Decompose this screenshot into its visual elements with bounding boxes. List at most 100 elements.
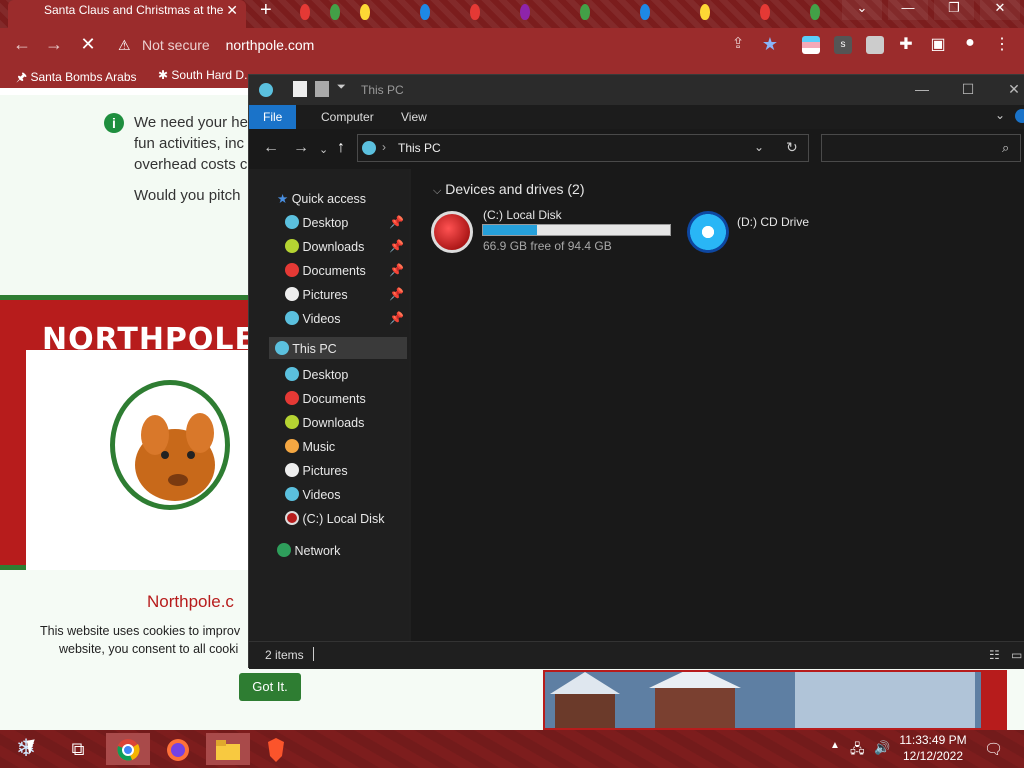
tab-computer[interactable]: Computer [307, 105, 388, 129]
stop-loading-icon[interactable]: ✕ [76, 34, 100, 55]
info-icon: i [104, 113, 124, 133]
drive-c-label: (C:) Local Disk [483, 208, 562, 222]
nav-pc-music[interactable]: Music [285, 439, 335, 454]
nav-pc-pictures[interactable]: Pictures [285, 463, 348, 478]
drive-c-free-space: 66.9 GB free of 94.4 GB [483, 239, 612, 253]
search-input[interactable]: ⌕ [821, 134, 1021, 162]
recent-locations-icon[interactable]: ⌄ [319, 143, 328, 156]
tab-file[interactable]: File [249, 105, 297, 129]
start-snowflake-icon[interactable]: ❄ [4, 733, 48, 765]
volume-icon[interactable]: 🔊 [874, 740, 890, 756]
local-disk-icon [431, 211, 473, 253]
banner-text-line: overhead costs c [134, 156, 248, 173]
nav-qa-documents[interactable]: Documents [285, 263, 366, 278]
new-folder-icon[interactable] [315, 81, 329, 97]
maximize-icon[interactable]: ☐ [945, 75, 991, 105]
system-clock[interactable]: 11:33:49 PM 12/12/2022 [890, 732, 976, 764]
ornament-icon [285, 215, 299, 229]
village-image [543, 666, 983, 730]
bookmark-star-icon[interactable]: ★ [758, 34, 782, 55]
back-icon[interactable]: ← [263, 139, 279, 157]
cookie-text-line: This website uses cookies to improv [40, 624, 241, 638]
share-icon[interactable]: ⇪ [726, 34, 750, 52]
nav-pc-local-disk[interactable]: (C:) Local Disk [285, 511, 384, 526]
pin-icon[interactable]: 📌 [389, 263, 404, 277]
minimize-icon[interactable]: — [888, 0, 928, 20]
cd-drive-icon [687, 211, 729, 253]
drive-icon [285, 511, 299, 525]
file-explorer-taskbar-icon[interactable] [206, 733, 250, 765]
nav-pc-documents[interactable]: Documents [285, 391, 366, 406]
address-bar[interactable]: › This PC ⌄ ↻ [357, 134, 809, 162]
close-icon[interactable]: ✕ [991, 75, 1024, 105]
devices-and-drives-header[interactable]: ⌵ Devices and drives (2) [433, 181, 585, 198]
address-dropdown-icon[interactable]: ⌄ [754, 140, 764, 154]
nav-qa-pictures[interactable]: Pictures [285, 287, 348, 302]
pin-icon[interactable]: 📌 [389, 215, 404, 229]
nav-qa-desktop[interactable]: Desktop [285, 215, 348, 230]
side-panel-icon[interactable]: ▣ [926, 34, 950, 54]
forward-icon[interactable]: → [293, 139, 309, 157]
drive-d-label: (D:) CD Drive [737, 215, 809, 229]
clock-time: 11:33:49 PM [899, 733, 967, 747]
nav-qa-downloads[interactable]: Downloads [285, 239, 364, 254]
minimize-icon[interactable]: — [899, 75, 945, 105]
brave-taskbar-icon[interactable] [254, 733, 298, 765]
firefox-taskbar-icon[interactable] [156, 733, 200, 765]
tab-close-icon[interactable]: ✕ [226, 2, 238, 19]
tab-search-icon[interactable]: ⌄ [842, 0, 882, 20]
network-tray-icon[interactable]: 🖧 [850, 740, 865, 762]
extension-shield-icon[interactable] [866, 36, 884, 54]
new-tab-button[interactable]: + [260, 0, 272, 20]
banner-text-line: We need your he [134, 114, 248, 131]
help-icon[interactable] [1015, 109, 1024, 123]
explorer-title-bar: ⏷ This PC — ☐ ✕ [249, 75, 1024, 105]
pin-icon[interactable]: 📌 [389, 287, 404, 301]
extensions-puzzle-icon[interactable]: ✚ [894, 34, 918, 54]
menu-kebab-icon[interactable]: ⋮ [990, 34, 1014, 54]
this-pc-icon [362, 141, 376, 155]
status-divider [313, 647, 314, 661]
details-view-icon[interactable]: ☷ [989, 648, 1000, 662]
large-icons-view-icon[interactable]: ▭ [1011, 648, 1022, 662]
nav-network[interactable]: Network [277, 543, 340, 558]
reindeer-logo [110, 380, 230, 510]
forward-icon[interactable]: → [42, 34, 66, 55]
show-hidden-icons-icon[interactable]: ▲ [830, 740, 840, 751]
close-icon[interactable]: ✕ [980, 0, 1020, 20]
refresh-icon[interactable]: ↻ [786, 139, 798, 156]
nav-pc-videos[interactable]: Videos [285, 487, 340, 502]
nav-qa-videos[interactable]: Videos [285, 311, 340, 326]
breadcrumb-chevron-icon: › [382, 140, 386, 154]
ribbon-tabs: File Computer View ⌄ [249, 105, 1024, 129]
site-name: Northpole.c [147, 592, 234, 611]
restore-icon[interactable]: ❐ [934, 0, 974, 20]
task-view-icon[interactable]: ⧉ [56, 733, 100, 765]
chrome-taskbar-icon[interactable] [106, 733, 150, 765]
properties-icon[interactable] [293, 81, 307, 97]
quick-access-toolbar-dropdown-icon[interactable]: ⏷ [337, 81, 346, 94]
address-bar[interactable]: ⚠ Not secure northpole.com [108, 32, 788, 58]
bookmark-item[interactable]: ✱ South Hard D... [158, 68, 254, 82]
notifications-icon[interactable]: 🗨 [984, 740, 1003, 758]
up-icon[interactable]: ↑ [337, 139, 345, 157]
ornament-icon [285, 487, 299, 501]
bookmark-item[interactable]: 🖈 Santa Bombs Arabs [16, 68, 137, 89]
nav-this-pc[interactable]: This PC [269, 337, 407, 359]
status-bar: 2 items ☷ ▭ [249, 641, 1024, 669]
back-icon[interactable]: ← [10, 34, 34, 55]
extension-icon[interactable] [802, 36, 820, 54]
pin-icon[interactable]: 📌 [389, 311, 404, 325]
browser-tab[interactable]: Santa Claus and Christmas at the ✕ [8, 0, 246, 28]
not-secure-label: Not secure [142, 37, 210, 53]
tab-view[interactable]: View [387, 105, 441, 129]
got-it-button[interactable]: Got It. [239, 673, 301, 701]
nav-pc-downloads[interactable]: Downloads [285, 415, 364, 430]
pin-icon[interactable]: 📌 [389, 239, 404, 253]
profile-avatar-icon[interactable]: ● [958, 34, 982, 52]
expand-ribbon-icon[interactable]: ⌄ [995, 108, 1005, 122]
nav-pc-desktop[interactable]: Desktop [285, 367, 348, 382]
navigation-bar: ← → ⌄ ↑ › This PC ⌄ ↻ ⌕ [249, 129, 1024, 169]
extension-s-icon[interactable]: s [834, 36, 852, 54]
nav-quick-access[interactable]: ★ Quick access [277, 191, 366, 206]
